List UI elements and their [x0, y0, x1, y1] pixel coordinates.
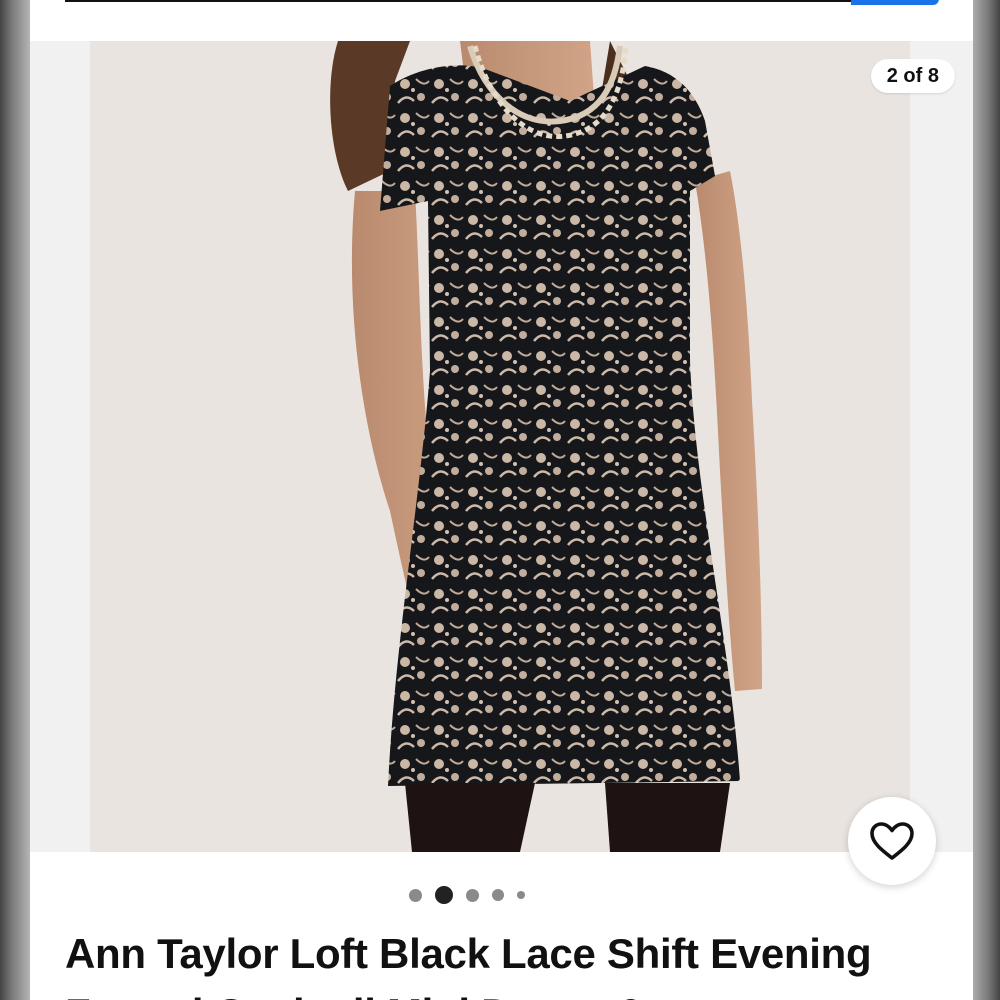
- image-counter-badge: 2 of 8: [870, 59, 955, 93]
- pagination-dot[interactable]: [516, 891, 525, 899]
- product-photo-illustration: [90, 41, 910, 852]
- pagination-dot[interactable]: [408, 888, 422, 902]
- search-button[interactable]: [851, 0, 939, 5]
- device-bezel-left: [0, 0, 30, 1000]
- heart-outline-icon: [870, 822, 914, 860]
- gallery-pagination[interactable]: [30, 883, 938, 907]
- listing-title: Ann Taylor Loft Black Lace Shift Evening…: [65, 930, 872, 1000]
- add-to-watchlist-button[interactable]: [848, 797, 936, 885]
- pagination-dot-active[interactable]: [434, 886, 453, 904]
- image-gallery[interactable]: 2 of 8: [30, 41, 973, 852]
- product-photo[interactable]: [90, 41, 910, 852]
- device-bezel-right: [970, 0, 1000, 1000]
- app-screen: 2 of 8 Ann Taylor Loft Black Lace Shift …: [30, 0, 973, 1000]
- pagination-dot[interactable]: [491, 889, 504, 901]
- search-input[interactable]: [65, 0, 851, 2]
- pagination-dot[interactable]: [465, 888, 479, 902]
